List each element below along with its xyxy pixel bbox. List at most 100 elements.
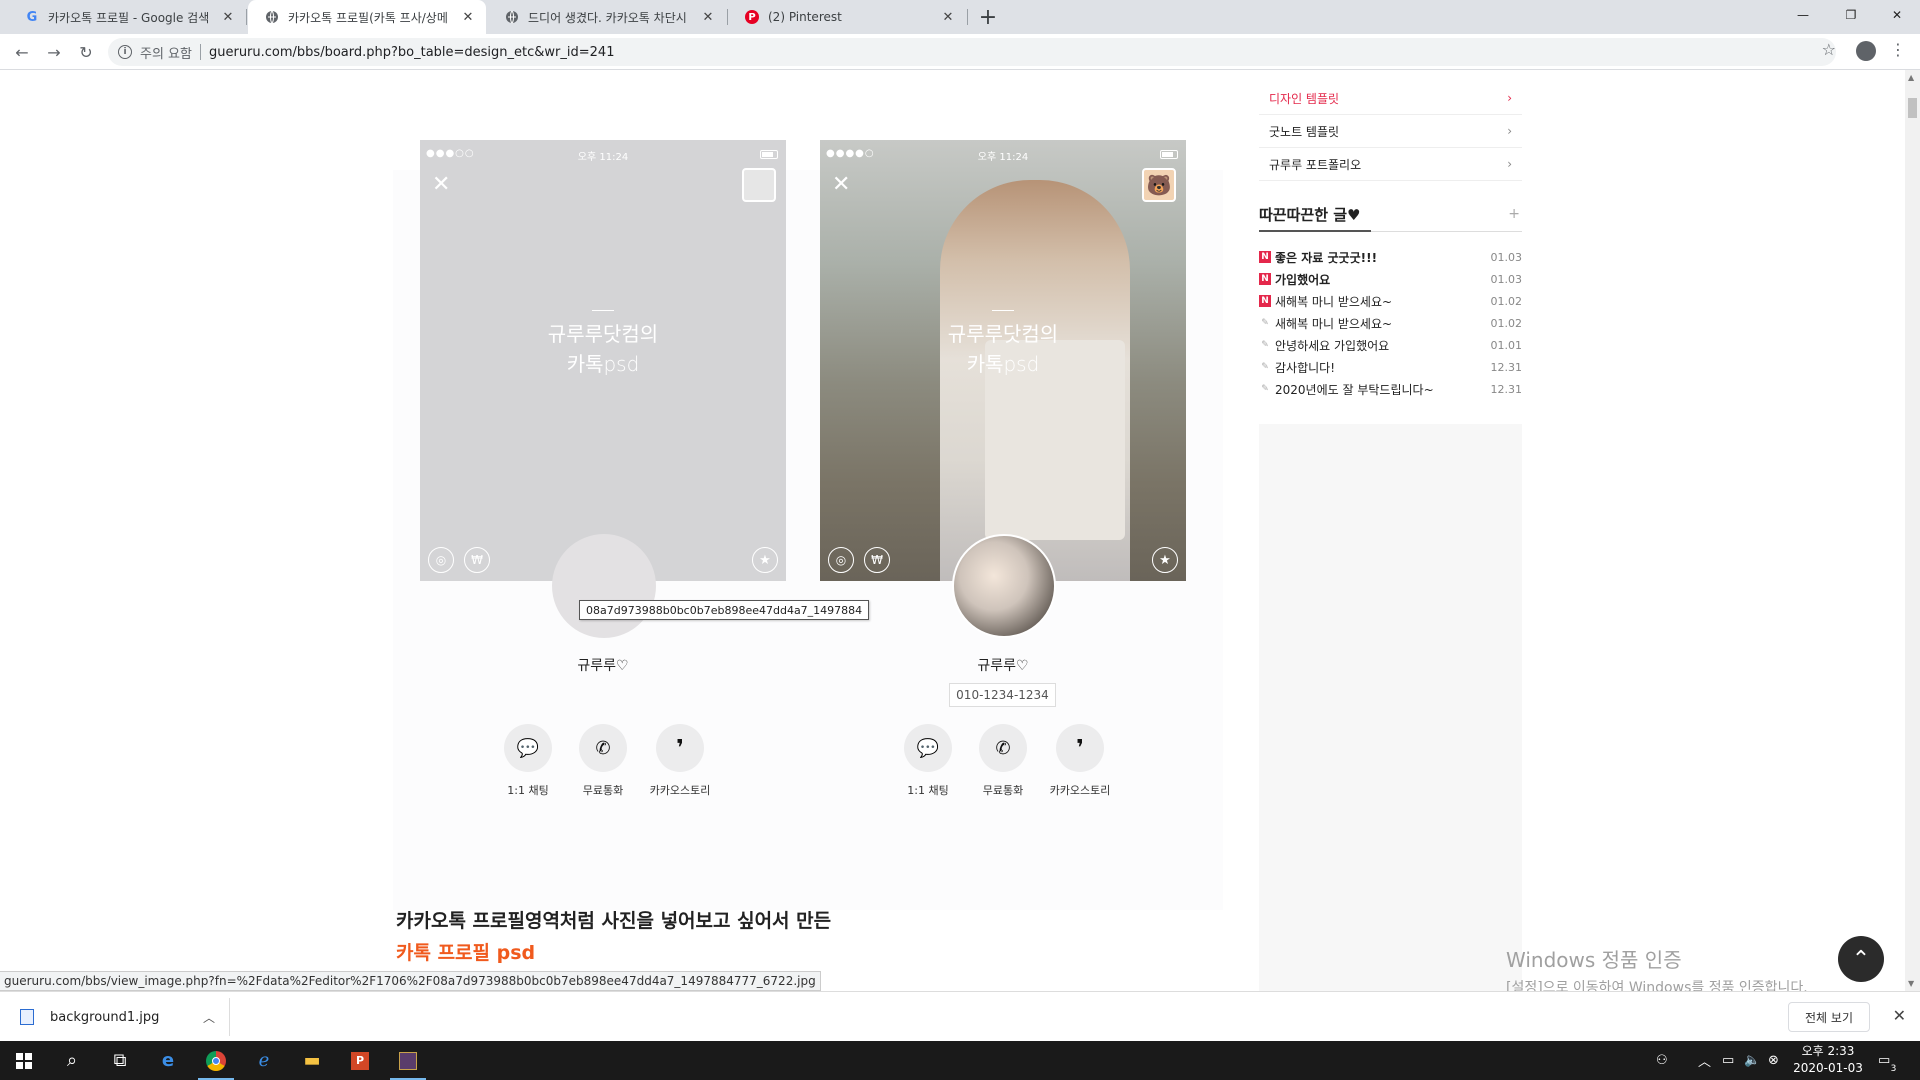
link-status-bubble: gueruru.com/bbs/view_image.php?fn=%2Fdat… <box>0 971 821 991</box>
tab-kakao-block[interactable]: 드디어 생겼다. 카카오톡 차단시 ✕ <box>488 0 726 34</box>
more-plus-icon[interactable]: + <box>1508 206 1520 222</box>
battery-icon <box>1160 150 1178 159</box>
search-icon[interactable]: ⌕ <box>48 1041 96 1080</box>
recent-post-row[interactable]: N 좋은 자료 굿굿굿!!! 01.03 <box>1259 246 1522 268</box>
blank-profile-mockup[interactable]: ●●●○○ 오후 11:24 ✕ 규루루닷컴의 카톡psd ◎ ₩ ★ <box>420 140 786 581</box>
thumbnail-icon <box>742 168 776 202</box>
security-warning-icon[interactable]: ⊗ <box>1768 1041 1779 1080</box>
phone-icon: ✆ <box>979 724 1027 772</box>
tray-chevron-icon[interactable]: ︿ <box>1698 1041 1711 1080</box>
omnibox-divider <box>199 44 201 60</box>
bookmark-star-icon[interactable]: ☆ <box>1822 40 1836 59</box>
security-warning[interactable]: 주의 요함 <box>140 43 192 62</box>
activation-title: Windows 정품 인증 <box>1506 948 1682 972</box>
won-icon: ₩ <box>864 547 890 573</box>
status-bar: ●●●●○ 오후 11:24 <box>820 148 1186 163</box>
back-icon[interactable]: ← <box>10 40 34 64</box>
kakaostory-icon: ❜ <box>1056 724 1104 772</box>
new-badge-icon: N <box>1259 251 1271 263</box>
sidebar-item-portfolio[interactable]: 규루루 포트폴리오 › <box>1259 148 1522 181</box>
recent-post-row[interactable]: N 새해복 마니 받으세요~ 01.02 <box>1259 290 1522 312</box>
recent-post-title: 감사합니다! <box>1275 360 1336 375</box>
kebab-menu-icon[interactable]: ⋮ <box>1890 40 1906 59</box>
windows-activation-watermark: Windows 정품 인증 [설정]으로 이동하여 Windows를 정품 인증… <box>1506 944 1808 991</box>
action-label: 카카오스토리 <box>649 784 711 797</box>
chat-bubble-icon: 💬 <box>504 724 552 772</box>
task-view-icon[interactable]: ⧉ <box>96 1041 144 1080</box>
tab-google-search[interactable]: G 카카오톡 프로필 - Google 검색 ✕ <box>8 0 246 34</box>
notification-icon[interactable]: ▭ 3 <box>1878 1041 1896 1080</box>
windows-taskbar: ⌕ ⧉ e ℯ ▬ P ⚇ ︿ ▭ 🔈 ⊗ 오후 2:33 2020-01-03… <box>0 1041 1920 1080</box>
network-icon[interactable]: ▭ <box>1722 1041 1734 1080</box>
pencil-icon: ✎ <box>1261 384 1269 394</box>
profile-name: 규루루♡ <box>977 658 1029 674</box>
recent-post-row[interactable]: ✎ 새해복 마니 받으세요~ 01.02 <box>1259 312 1522 334</box>
close-icon[interactable]: ✕ <box>1893 1006 1906 1025</box>
recent-post-title: 가입했어요 <box>1275 272 1331 287</box>
info-icon[interactable]: i <box>118 45 132 59</box>
windows-start-icon[interactable] <box>0 1041 48 1080</box>
tab-kakao-profile[interactable]: 카카오톡 프로필(카톡 프사/상메 ✕ <box>248 0 486 34</box>
new-badge-icon: N <box>1259 273 1271 285</box>
star-icon: ★ <box>752 547 778 573</box>
recent-post-date: 01.02 <box>1490 316 1523 330</box>
scroll-down-icon[interactable]: ▼ <box>1908 979 1914 988</box>
url-text[interactable]: gueruru.com/bbs/board.php?bo_table=desig… <box>209 45 614 60</box>
scrollbar-thumb[interactable] <box>1908 98 1917 118</box>
chat-action: 💬 1:1 채팅 <box>888 724 968 798</box>
close-icon[interactable]: ✕ <box>220 9 236 25</box>
chrome-icon[interactable] <box>192 1041 240 1080</box>
scroll-up-icon[interactable]: ▲ <box>1908 73 1914 82</box>
caption-line2: 카톡psd <box>566 352 640 376</box>
recent-post-date: 12.31 <box>1490 360 1523 374</box>
close-icon[interactable]: ✕ <box>460 9 476 25</box>
photo-profile-mockup[interactable]: ●●●●○ 오후 11:24 ✕ 🐻 규루루닷컴의 카톡psd ◎ ₩ ★ <box>820 140 1186 581</box>
chevron-up-icon[interactable]: ︿ <box>203 1009 215 1026</box>
recent-post-title: 좋은 자료 굿굿굿!!! <box>1275 250 1378 265</box>
minimize-icon[interactable]: — <box>1780 0 1826 30</box>
sidebar-item-label: 규루루 포트폴리오 <box>1269 157 1362 172</box>
file-explorer-icon[interactable]: ▬ <box>288 1041 336 1080</box>
address-bar[interactable]: i 주의 요함 gueruru.com/bbs/board.php?bo_tab… <box>108 38 1836 66</box>
call-action: ✆ 무료통화 <box>563 724 643 798</box>
recent-post-row[interactable]: N 가입했어요 01.03 <box>1259 268 1522 290</box>
post-subheading: 카톡 프로필 psd <box>396 942 536 964</box>
download-item[interactable]: background1.jpg ︿ <box>10 998 230 1036</box>
recent-post-date: 01.02 <box>1490 294 1523 308</box>
reload-icon[interactable]: ↻ <box>74 40 98 64</box>
new-tab-button[interactable]: + <box>976 5 1000 30</box>
recent-post-row[interactable]: ✎ 2020년에도 잘 부탁드립니다~ 12.31 <box>1259 378 1522 400</box>
recent-post-row[interactable]: ✎ 감사합니다! 12.31 <box>1259 356 1522 378</box>
window-close-icon[interactable]: ✕ <box>1874 0 1920 30</box>
action-label: 무료통화 <box>982 784 1024 797</box>
file-icon <box>20 1009 34 1025</box>
forward-icon[interactable]: → <box>42 40 66 64</box>
tab-strip: G 카카오톡 프로필 - Google 검색 ✕ 카카오톡 프로필(카톡 프사/… <box>0 0 1920 34</box>
vertical-scrollbar[interactable]: ▲ ▼ <box>1905 70 1920 991</box>
restore-icon[interactable]: ❐ <box>1828 0 1874 30</box>
caption-divider <box>592 310 614 311</box>
profile-icon[interactable] <box>1856 41 1876 61</box>
bottom-icons: ◎ ₩ <box>828 547 890 573</box>
recent-post-title: 안녕하세요 가입했어요 <box>1275 338 1390 353</box>
volume-muted-icon[interactable]: 🔈 <box>1744 1041 1760 1080</box>
tab-pinterest[interactable]: P (2) Pinterest ✕ <box>728 0 966 34</box>
download-shelf: background1.jpg ︿ 전체 보기 ✕ <box>0 991 1920 1041</box>
people-icon[interactable]: ⚇ <box>1656 1041 1668 1080</box>
close-icon[interactable]: ✕ <box>940 9 956 25</box>
recent-post-row[interactable]: ✎ 안녕하세요 가입했어요 01.01 <box>1259 334 1522 356</box>
taskbar-clock[interactable]: 오후 2:33 2020-01-03 <box>1788 1043 1868 1077</box>
sidebar-item-design-template[interactable]: 디자인 템플릿 › <box>1259 82 1522 115</box>
powerpoint-icon[interactable]: P <box>336 1041 384 1080</box>
internet-explorer-icon[interactable]: ℯ <box>240 1041 288 1080</box>
mockup-caption: 규루루닷컴의 카톡psd <box>420 310 786 379</box>
scroll-to-top-button[interactable]: ⌃ <box>1838 936 1884 982</box>
sidebar-item-goodnote-template[interactable]: 굿노트 템플릿 › <box>1259 115 1522 148</box>
show-all-button[interactable]: 전체 보기 <box>1788 1002 1870 1032</box>
new-badge-icon: N <box>1259 295 1271 307</box>
chat-bubble-icon: 💬 <box>904 724 952 772</box>
edge-icon[interactable]: e <box>144 1041 192 1080</box>
image-app-icon[interactable] <box>384 1041 432 1080</box>
bottom-icons: ◎ ₩ <box>428 547 490 573</box>
close-icon[interactable]: ✕ <box>700 9 716 25</box>
